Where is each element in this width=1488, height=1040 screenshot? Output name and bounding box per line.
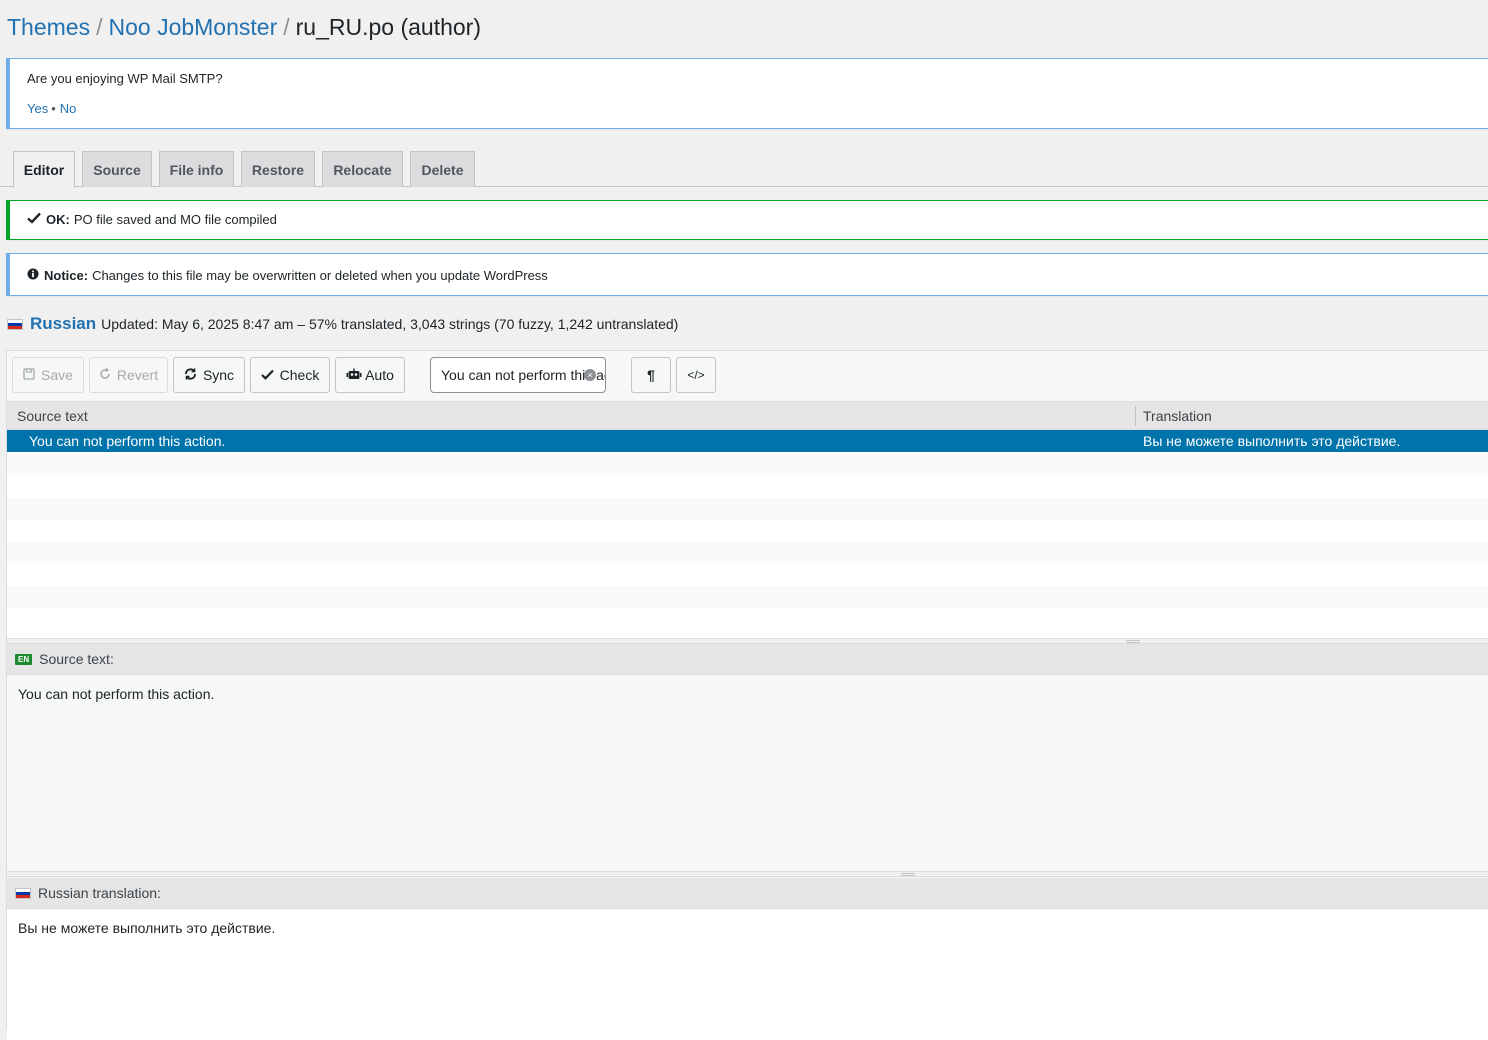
table-row-selected[interactable]: You can not perform this action. Вы не м… — [7, 430, 1488, 452]
robot-icon — [346, 367, 362, 383]
sync-button[interactable]: Sync — [173, 357, 245, 393]
breadcrumb-separator: / — [283, 14, 290, 40]
source-text-view: You can not perform this action. — [7, 676, 1488, 872]
resize-grip-icon — [901, 873, 915, 876]
revert-button[interactable]: Revert — [89, 357, 168, 393]
code-view-button[interactable]: </> — [676, 357, 716, 393]
check-button[interactable]: Check — [250, 357, 330, 393]
sync-icon — [184, 367, 197, 383]
source-pane-title: Source text: — [39, 651, 114, 667]
english-badge-icon: EN — [15, 653, 33, 665]
russian-flag-icon — [15, 887, 31, 899]
tab-editor[interactable]: Editor — [13, 151, 75, 188]
resize-grip-icon — [1126, 640, 1140, 643]
row-translation-text: Вы не можете выполнить это действие. — [1143, 433, 1401, 449]
save-button[interactable]: Save — [12, 357, 84, 393]
translation-textarea[interactable]: Вы не можете выполнить это действие. — [7, 910, 1488, 1040]
table-row[interactable] — [7, 564, 1488, 586]
sync-label: Sync — [202, 367, 235, 383]
revert-icon — [99, 367, 111, 383]
tab-source[interactable]: Source — [82, 151, 152, 187]
overwrite-notice: Notice: Changes to this file may be over… — [6, 253, 1488, 296]
checkmark-icon — [27, 212, 41, 228]
breadcrumb-themes-link[interactable]: Themes — [7, 14, 90, 40]
link-separator-dot: • — [51, 101, 56, 116]
smtp-no-link[interactable]: No — [60, 101, 77, 116]
table-row[interactable] — [7, 542, 1488, 564]
pane-resize-handle[interactable] — [7, 871, 1488, 877]
code-icon: </> — [687, 368, 705, 382]
success-notice: OK: PO file saved and MO file compiled — [6, 200, 1488, 240]
row-source-text: You can not perform this action. — [29, 433, 226, 449]
breadcrumb-theme-link[interactable]: Noo JobMonster — [108, 14, 277, 40]
table-row[interactable] — [7, 608, 1488, 630]
auto-label: Auto — [365, 367, 394, 383]
strings-grid: You can not perform this action. Вы не м… — [7, 430, 1488, 638]
clear-search-icon[interactable]: × — [584, 369, 596, 381]
tab-delete[interactable]: Delete — [410, 151, 475, 187]
table-row[interactable] — [7, 586, 1488, 608]
info-icon — [27, 268, 39, 284]
table-row[interactable] — [7, 454, 1488, 476]
search-value: You can not perform this action. — [441, 367, 605, 383]
save-icon — [23, 367, 35, 383]
smtp-question: Are you enjoying WP Mail SMTP? — [27, 71, 223, 86]
translation-text-value: Вы не можете выполнить это действие. — [18, 920, 276, 936]
filter-search-input[interactable]: You can not perform this action. × — [430, 357, 606, 393]
breadcrumb: Themes / Noo JobMonster / ru_RU.po (author) — [7, 12, 481, 42]
auto-translate-button[interactable]: Auto — [335, 357, 405, 393]
column-translation[interactable]: Translation — [1143, 408, 1212, 424]
breadcrumb-separator: / — [96, 14, 103, 40]
tab-file-info[interactable]: File info — [159, 151, 234, 187]
russian-flag-icon — [7, 318, 23, 330]
tab-restore[interactable]: Restore — [241, 151, 315, 187]
column-divider[interactable] — [1135, 406, 1136, 426]
strings-grid-header: Source text Translation — [7, 401, 1488, 430]
table-row[interactable] — [7, 476, 1488, 498]
language-name-link[interactable]: Russian — [30, 314, 96, 334]
po-editor: Save Revert Sync Check Auto You can not … — [6, 350, 1488, 1040]
translation-pane-header: Russian translation: — [7, 878, 1488, 909]
smtp-yes-link[interactable]: Yes — [27, 101, 48, 116]
check-label: Check — [279, 367, 320, 383]
table-row[interactable] — [7, 498, 1488, 520]
success-label: OK: — [46, 212, 70, 227]
notice-label: Notice: — [44, 268, 89, 283]
breadcrumb-current-file: ru_RU.po (author) — [295, 14, 481, 40]
smtp-feedback-links: Yes • No — [27, 101, 76, 117]
language-stats: Updated: May 6, 2025 8:47 am – 57% trans… — [101, 316, 679, 332]
source-text-value: You can not perform this action. — [18, 686, 215, 702]
language-header: Russian Updated: May 6, 2025 8:47 am – 5… — [7, 313, 678, 335]
smtp-feedback-notice: Are you enjoying WP Mail SMTP? Yes • No — [6, 58, 1488, 129]
success-text: PO file saved and MO file compiled — [73, 212, 277, 227]
revert-label: Revert — [116, 367, 159, 383]
notice-text: Changes to this file may be overwritten … — [92, 268, 548, 283]
tab-relocate[interactable]: Relocate — [322, 151, 403, 187]
check-icon — [260, 367, 274, 383]
editor-tabs: Editor Source File info Restore Relocate… — [0, 151, 1488, 188]
pilcrow-icon: ¶ — [647, 367, 655, 383]
translation-pane-title: Russian translation: — [38, 885, 161, 901]
column-source-text[interactable]: Source text — [17, 408, 88, 424]
editor-toolbar: Save Revert Sync Check Auto You can not … — [7, 351, 1488, 401]
table-row[interactable] — [7, 520, 1488, 542]
save-label: Save — [41, 367, 73, 383]
show-invisibles-button[interactable]: ¶ — [631, 357, 671, 393]
source-pane-header: EN Source text: — [7, 644, 1488, 675]
